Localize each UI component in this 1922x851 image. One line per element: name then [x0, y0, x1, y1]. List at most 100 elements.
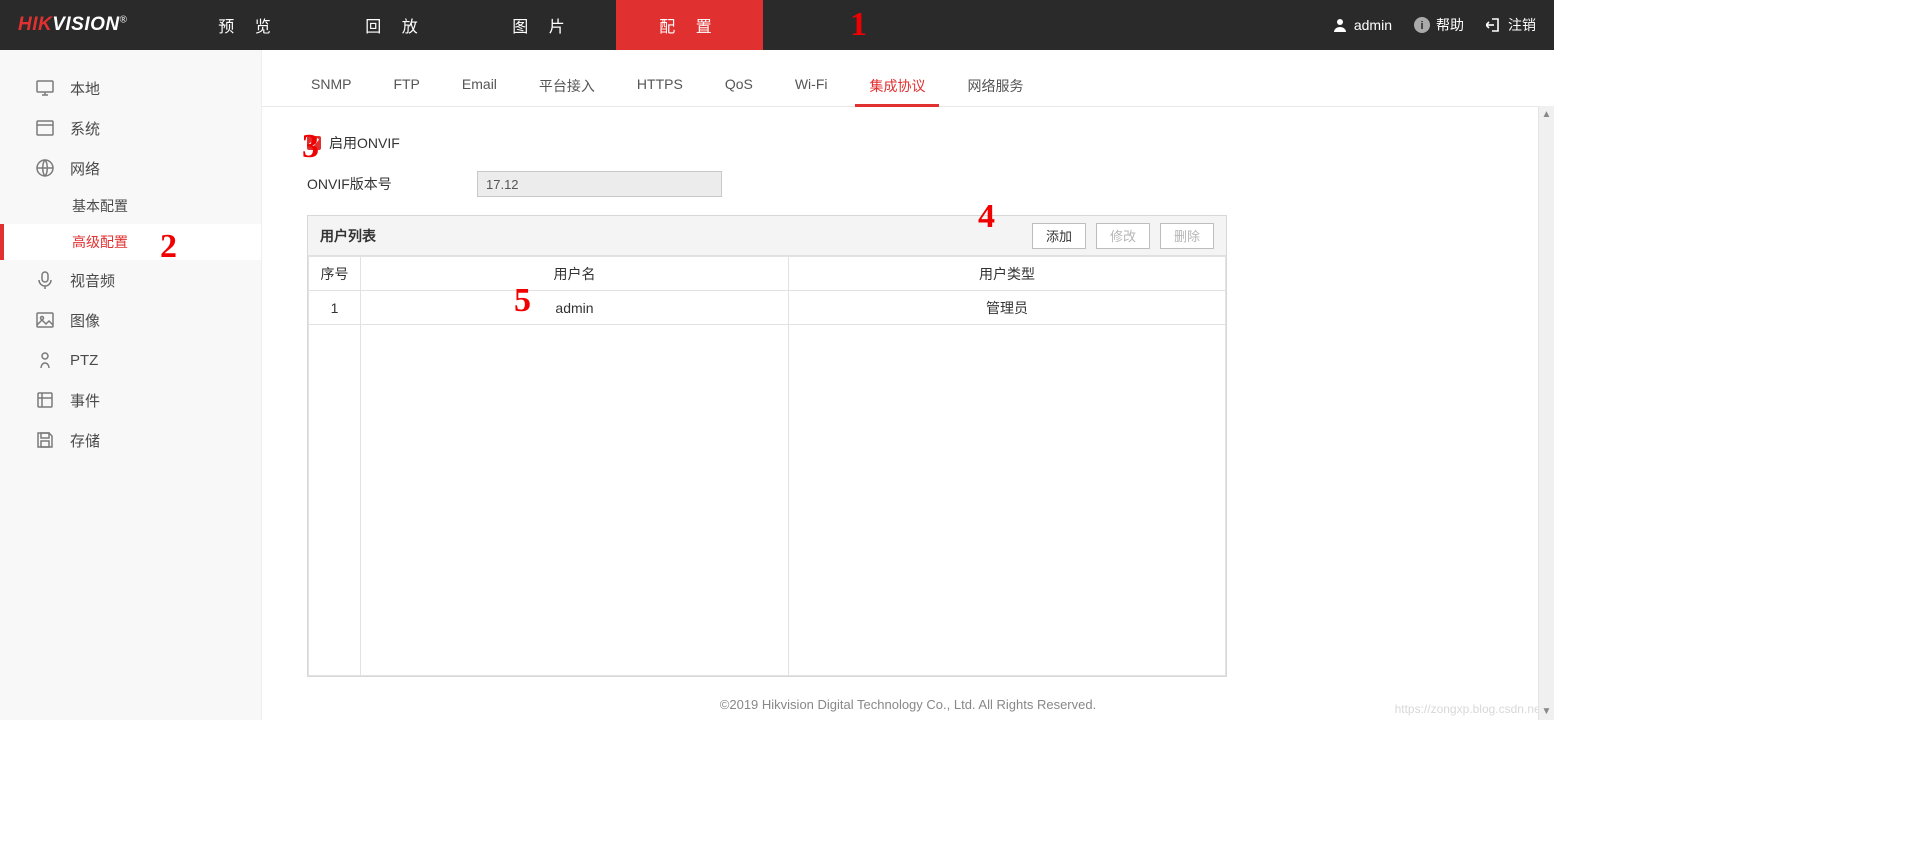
delete-button[interactable]: 删除 [1160, 223, 1214, 249]
user-grid-empty [308, 325, 1226, 676]
sidebar-sub-label: 基本配置 [72, 196, 128, 216]
sidebar-item-av[interactable]: 视音频 [0, 260, 261, 300]
top-nav: 预 览 回 放 图 片 配 置 [175, 0, 763, 50]
user-icon [1332, 17, 1348, 33]
sidebar-item-label: PTZ [70, 352, 98, 369]
tab-label: SNMP [311, 76, 351, 92]
logout-link[interactable]: 注销 [1486, 15, 1536, 35]
sidebar-sub-basic[interactable]: 基本配置 [0, 188, 261, 224]
tab-netservice[interactable]: 网络服务 [953, 70, 1037, 106]
nav-config-label: 配 置 [659, 13, 719, 37]
mic-icon [34, 269, 56, 291]
tab-https[interactable]: HTTPS [623, 70, 697, 106]
table-buttons: 添加 修改 删除 [1032, 223, 1214, 249]
nav-config[interactable]: 配 置 [616, 0, 763, 50]
user-table: 用户列表 添加 修改 删除 序号 用户名 用户类型 [307, 215, 1227, 677]
tab-label: 网络服务 [967, 78, 1023, 94]
tab-platform[interactable]: 平台接入 [525, 70, 609, 106]
nav-preview-label: 预 览 [218, 13, 278, 37]
tab-label: FTP [393, 76, 419, 92]
globe-icon [34, 157, 56, 179]
tab-snmp[interactable]: SNMP [297, 70, 365, 106]
logout-label: 注销 [1508, 15, 1536, 35]
sidebar-item-label: 网络 [70, 158, 100, 179]
enable-onvif-label: 启用ONVIF [329, 133, 400, 153]
cell-username: admin [361, 291, 789, 325]
table-title: 用户列表 [320, 226, 376, 246]
cell-usertype: 管理员 [789, 291, 1226, 325]
monitor-icon [34, 77, 56, 99]
nav-playback-label: 回 放 [365, 13, 425, 37]
sidebar-item-local[interactable]: 本地 [0, 68, 261, 108]
tab-qos[interactable]: QoS [711, 70, 767, 106]
user-name-label: admin [1354, 17, 1392, 33]
footer: ©2019 Hikvision Digital Technology Co., … [262, 677, 1554, 720]
sidebar-item-label: 存储 [70, 430, 100, 451]
tab-email[interactable]: Email [448, 70, 511, 106]
sidebar-item-label: 图像 [70, 310, 100, 331]
tab-label: 集成协议 [869, 78, 925, 94]
tab-label: Email [462, 76, 497, 92]
image-icon [34, 309, 56, 331]
delete-button-label: 删除 [1174, 229, 1200, 244]
tab-label: HTTPS [637, 76, 683, 92]
sidebar-sub-label: 高级配置 [72, 232, 128, 252]
sidebar-item-image[interactable]: 图像 [0, 300, 261, 340]
scrollbar[interactable]: ▲ ▼ [1538, 106, 1554, 720]
enable-onvif-checkbox[interactable] [307, 136, 321, 150]
logo-part2: VISION [52, 14, 119, 35]
sidebar-item-ptz[interactable]: PTZ [0, 340, 261, 380]
col-username-header: 用户名 [361, 257, 789, 291]
top-right: admin i 帮助 注销 [1310, 0, 1554, 50]
onvif-version-input [477, 171, 722, 197]
sidebar-item-storage[interactable]: 存储 [0, 420, 261, 460]
sidebar-item-system[interactable]: 系统 [0, 108, 261, 148]
content-area: 启用ONVIF ONVIF版本号 用户列表 添加 修改 删除 [262, 107, 1554, 677]
enable-onvif-row: 启用ONVIF [307, 133, 1554, 153]
scroll-track[interactable] [1539, 122, 1554, 704]
nav-picture[interactable]: 图 片 [469, 0, 616, 50]
logo: HIKVISION® [0, 14, 175, 36]
cell-index: 1 [309, 291, 361, 325]
sidebar-item-event[interactable]: 事件 [0, 380, 261, 420]
add-button[interactable]: 添加 [1032, 223, 1086, 249]
table-row[interactable]: 1 admin 管理员 [309, 291, 1226, 325]
table-titlebar: 用户列表 添加 修改 删除 [308, 216, 1226, 256]
ptz-icon [34, 349, 56, 371]
nav-picture-label: 图 片 [512, 13, 572, 37]
subtabs: SNMP FTP Email 平台接入 HTTPS QoS Wi-Fi 集成协议… [262, 50, 1554, 107]
top-header: HIKVISION® 预 览 回 放 图 片 配 置 admin i 帮助 注销 [0, 0, 1554, 50]
sidebar-sub-advanced[interactable]: 高级配置 [0, 224, 261, 260]
tab-integration[interactable]: 集成协议 [855, 70, 939, 106]
tab-label: QoS [725, 76, 753, 92]
help-icon: i [1414, 17, 1430, 33]
body: 本地 系统 网络 基本配置 高级配置 视音频 图像 PTZ 事件 [0, 50, 1554, 720]
user-menu[interactable]: admin [1332, 17, 1392, 33]
nav-preview[interactable]: 预 览 [175, 0, 322, 50]
event-icon [34, 389, 56, 411]
sidebar-item-network[interactable]: 网络 [0, 148, 261, 188]
scroll-up-icon[interactable]: ▲ [1539, 106, 1554, 122]
tab-wifi[interactable]: Wi-Fi [781, 70, 842, 106]
tab-label: Wi-Fi [795, 76, 828, 92]
logo-reg: ® [120, 15, 128, 26]
save-icon [34, 429, 56, 451]
window-icon [34, 117, 56, 139]
edit-button[interactable]: 修改 [1096, 223, 1150, 249]
sidebar-item-label: 事件 [70, 390, 100, 411]
tab-ftp[interactable]: FTP [379, 70, 433, 106]
sidebar-item-label: 系统 [70, 118, 100, 139]
watermark: https://zongxp.blog.csdn.net [1395, 702, 1544, 716]
nav-playback[interactable]: 回 放 [322, 0, 469, 50]
user-grid: 序号 用户名 用户类型 1 admin 管理员 [308, 256, 1226, 325]
help-link[interactable]: i 帮助 [1414, 15, 1464, 35]
col-index-header: 序号 [309, 257, 361, 291]
scroll-down-icon[interactable]: ▼ [1539, 704, 1554, 720]
add-button-label: 添加 [1046, 229, 1072, 244]
col-usertype-header: 用户类型 [789, 257, 1226, 291]
logo-part1: HIK [18, 14, 52, 35]
onvif-version-row: ONVIF版本号 [307, 171, 1554, 197]
logout-icon [1486, 17, 1502, 33]
onvif-version-label: ONVIF版本号 [307, 174, 477, 194]
sidebar-item-label: 视音频 [70, 270, 115, 291]
